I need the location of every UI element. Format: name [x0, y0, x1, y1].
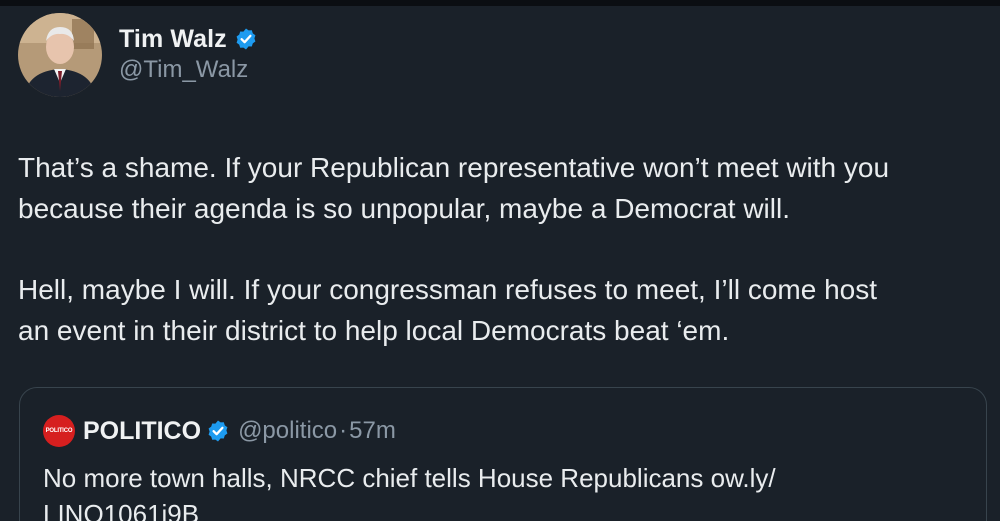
quoted-display-name[interactable]: POLITICO: [83, 417, 201, 446]
top-edge-divider: [0, 0, 1000, 6]
profile-photo-icon: [18, 13, 102, 97]
separator-dot: ·: [339, 417, 348, 444]
tweet-screenshot: Tim Walz @Tim_Walz That’s a shame. If yo…: [0, 0, 1000, 521]
tweet-paragraph: That’s a shame. If your Republican repre…: [18, 152, 890, 224]
politico-logo-text: POLITICO: [45, 428, 73, 434]
author-avatar[interactable]: [18, 13, 102, 97]
quoted-tweet-card[interactable]: POLITICO POLITICO @politico · 57m No mor…: [19, 387, 987, 521]
tweet-body: That’s a shame. If your Republican repre…: [18, 147, 988, 391]
verified-badge-icon: [208, 420, 228, 442]
author-handle[interactable]: @Tim_Walz: [119, 56, 258, 84]
quoted-handle[interactable]: @politico: [238, 417, 337, 445]
quoted-timestamp[interactable]: 57m: [349, 417, 396, 445]
author-name-row: Tim Walz: [119, 22, 258, 56]
author-display-name[interactable]: Tim Walz: [119, 25, 227, 54]
politico-avatar[interactable]: POLITICO: [43, 415, 75, 447]
author-info: Tim Walz @Tim_Walz: [119, 22, 258, 84]
verified-badge-icon: [236, 28, 256, 50]
tweet-paragraph: Hell, maybe I will. If your congressman …: [18, 274, 877, 346]
quoted-tweet-text: No more town halls, NRCC chief tells Hou…: [43, 463, 776, 521]
quoted-tweet-header: POLITICO POLITICO @politico · 57m: [43, 415, 396, 447]
